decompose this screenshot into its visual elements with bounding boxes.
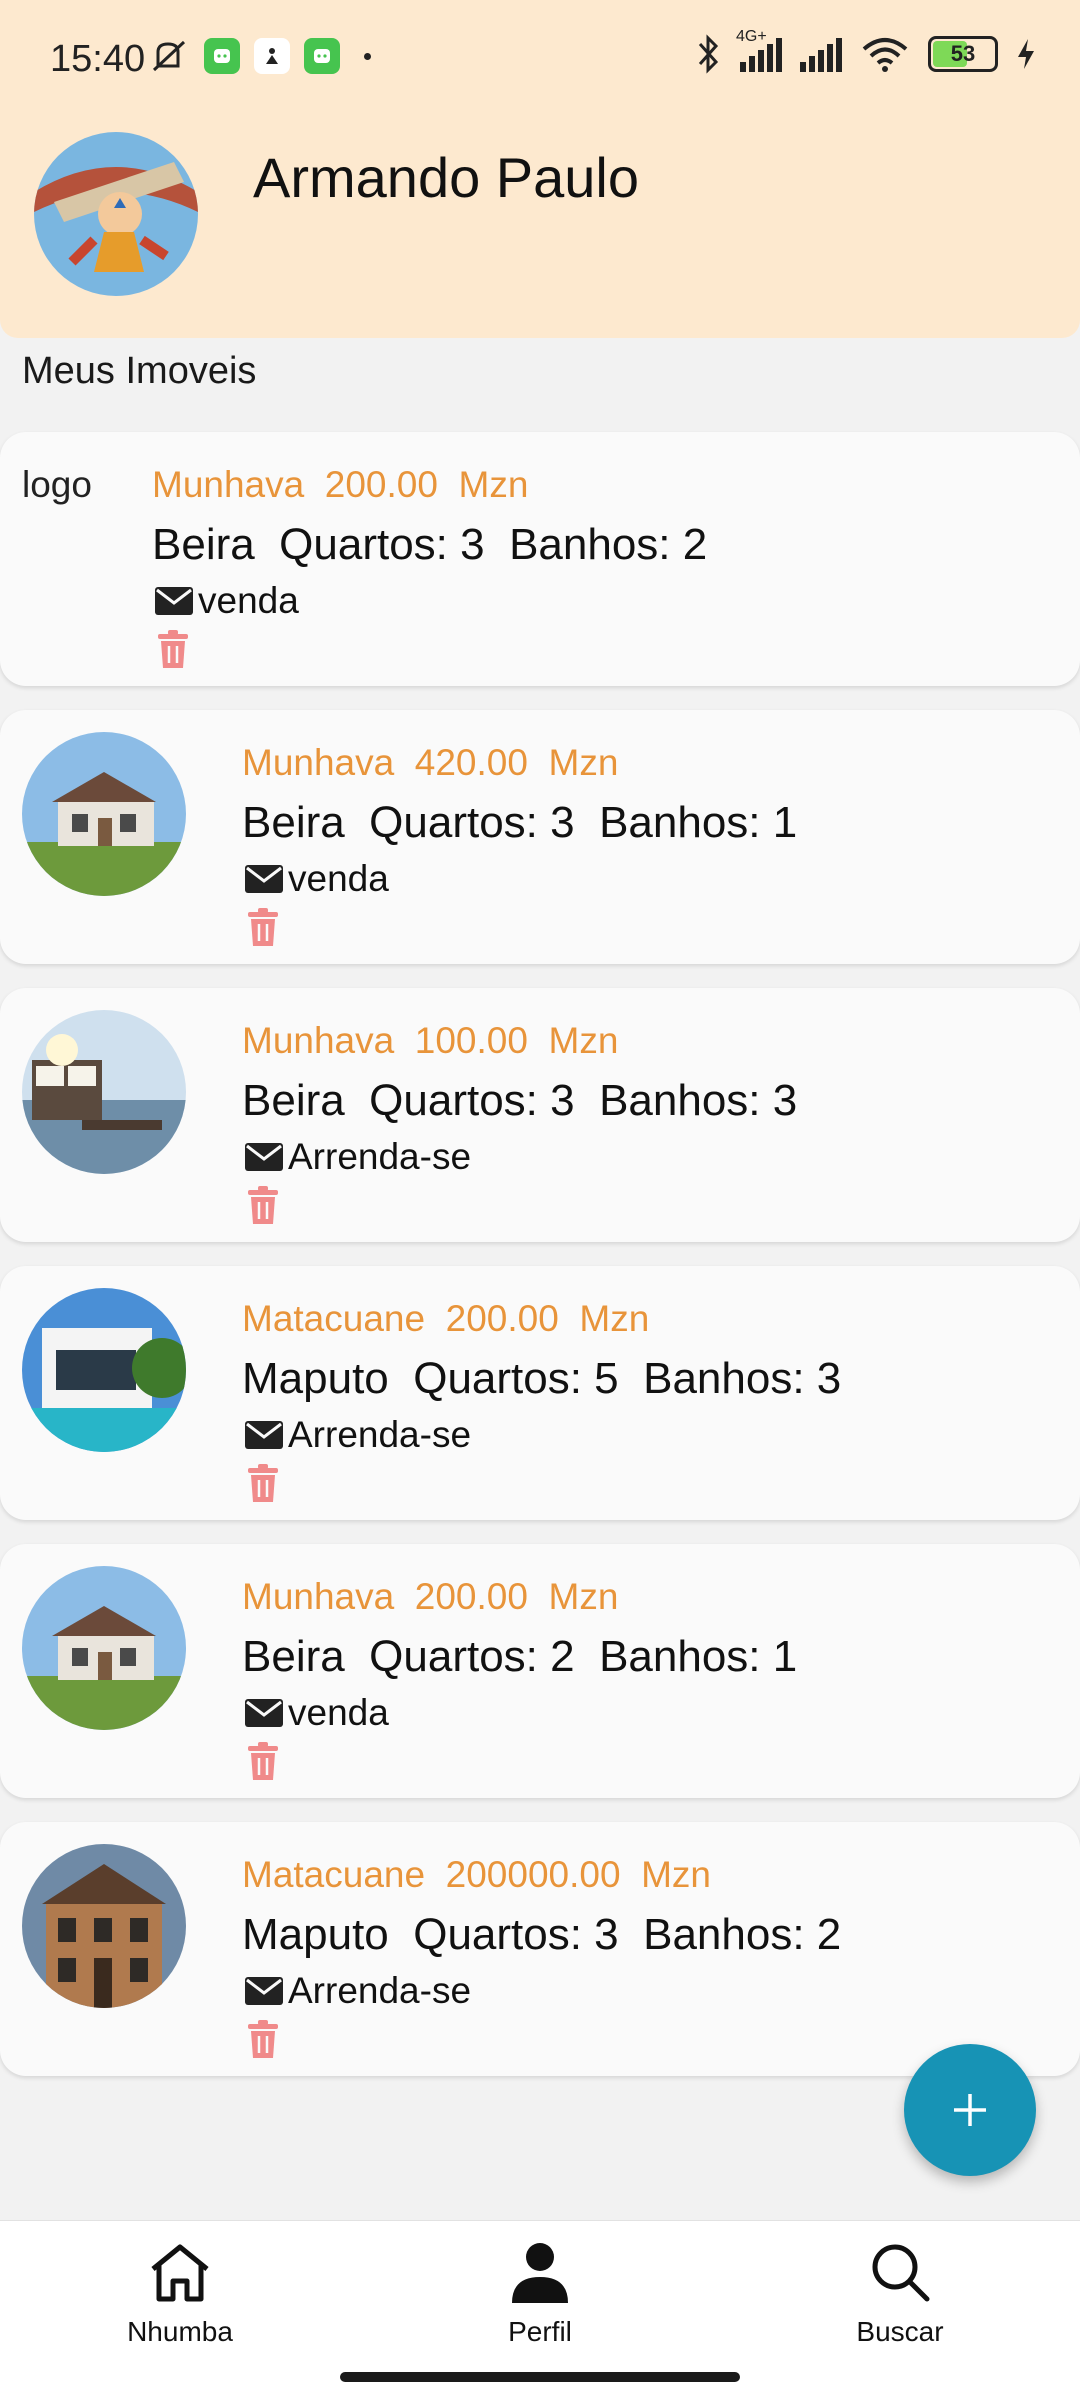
profile-header: 15:40 4G+ 53 Armando Paulo — [0, 0, 1080, 338]
listing-card[interactable]: logo Munhava 200.00 Mzn Beira Quartos: 3… — [0, 432, 1080, 686]
status-time: 15:40 — [50, 38, 146, 80]
avatar[interactable] — [34, 132, 198, 296]
section-title: Meus Imoveis — [22, 350, 257, 392]
nav-label: Buscar — [856, 2316, 944, 2347]
listing-type: venda — [244, 1692, 389, 1734]
listing-details: Beira Quartos: 3 Banhos: 2 — [152, 520, 708, 569]
listing-type: venda — [244, 858, 389, 900]
mute-icon — [152, 40, 186, 72]
nav-label: Nhumba — [127, 2316, 233, 2347]
mail-icon — [245, 1699, 283, 1727]
charging-icon — [1018, 39, 1034, 69]
bluetooth-icon — [698, 34, 719, 74]
nav-item-search[interactable]: Buscar — [800, 2241, 1000, 2348]
listing-type: Arrenda-se — [244, 1414, 471, 1456]
mail-icon — [245, 1143, 283, 1171]
listing-card[interactable]: Matacuane 200000.00 Mzn Maputo Quartos: … — [0, 1822, 1080, 2076]
mail-icon — [245, 1977, 283, 2005]
listing-type: Arrenda-se — [244, 1970, 471, 2012]
listing-card[interactable]: Matacuane 200.00 Mzn Maputo Quartos: 5 B… — [0, 1266, 1080, 1520]
listing-details: Beira Quartos: 2 Banhos: 1 — [242, 1632, 798, 1681]
listing-card[interactable]: Munhava 200.00 Mzn Beira Quartos: 2 Banh… — [0, 1544, 1080, 1798]
app-notification-icon — [204, 38, 240, 74]
add-listing-button[interactable] — [904, 2044, 1036, 2176]
listing-location-price: Munhava 420.00 Mzn — [242, 742, 619, 783]
search-icon — [872, 2244, 930, 2302]
listing-photo — [22, 732, 186, 896]
nav-item-home[interactable]: Nhumba — [80, 2241, 280, 2348]
listing-type: Arrenda-se — [244, 1136, 471, 1178]
mail-icon — [245, 1421, 283, 1449]
listing-location-price: Munhava 100.00 Mzn — [242, 1020, 619, 1061]
home-icon — [151, 2244, 209, 2302]
delete-trash-icon[interactable] — [246, 2020, 280, 2060]
person-icon — [512, 2243, 568, 2303]
app-notification-icon — [304, 38, 340, 74]
listing-details: Maputo Quartos: 3 Banhos: 2 — [242, 1910, 842, 1959]
mail-icon — [155, 587, 193, 615]
nav-label: Perfil — [508, 2316, 572, 2347]
battery-level: 53 — [950, 41, 976, 66]
listing-photo — [22, 1844, 186, 2008]
listing-details: Maputo Quartos: 5 Banhos: 3 — [242, 1354, 842, 1403]
listing-photo — [22, 1566, 186, 1730]
status-bar: 15:40 4G+ 53 — [0, 0, 1080, 118]
delete-trash-icon[interactable] — [246, 1742, 280, 1782]
delete-trash-icon[interactable] — [246, 908, 280, 948]
listing-details: Beira Quartos: 3 Banhos: 1 — [242, 798, 798, 847]
mail-icon — [245, 865, 283, 893]
listing-details: Beira Quartos: 3 Banhos: 3 — [242, 1076, 798, 1125]
listing-location-price: Matacuane 200000.00 Mzn — [242, 1854, 712, 1895]
listing-location-price: Munhava 200.00 Mzn — [152, 464, 529, 505]
listing-location-price: Munhava 200.00 Mzn — [242, 1576, 619, 1617]
listing-photo — [22, 1288, 186, 1452]
wifi-icon — [862, 38, 908, 72]
more-notifications-dot — [364, 52, 371, 60]
profile-name: Armando Paulo — [253, 146, 640, 209]
status-system-icons: 4G+ 53 — [696, 28, 1036, 74]
listing-image-alt: logo — [22, 464, 92, 505]
listing-photo — [22, 1010, 186, 1174]
listing-card[interactable]: Munhava 420.00 Mzn Beira Quartos: 3 Banh… — [0, 710, 1080, 964]
app-notification-icon — [254, 38, 290, 74]
listing-card[interactable]: Munhava 100.00 Mzn Beira Quartos: 3 Banh… — [0, 988, 1080, 1242]
network-type: 4G+ — [736, 28, 767, 45]
listing-location-price: Matacuane 200.00 Mzn — [242, 1298, 650, 1339]
plus-icon — [954, 2094, 986, 2126]
nav-item-profile[interactable]: Perfil — [440, 2241, 640, 2348]
cellular-signal-icon: 4G+ — [736, 28, 782, 72]
delete-trash-icon[interactable] — [246, 1186, 280, 1226]
status-notification-icons — [150, 38, 371, 74]
listing-type: venda — [154, 580, 299, 622]
battery-icon: 53 — [928, 36, 998, 72]
home-indicator[interactable] — [340, 2372, 740, 2382]
delete-trash-icon[interactable] — [246, 1464, 280, 1504]
delete-trash-icon[interactable] — [156, 630, 190, 670]
cellular-signal-2-icon — [800, 36, 842, 72]
